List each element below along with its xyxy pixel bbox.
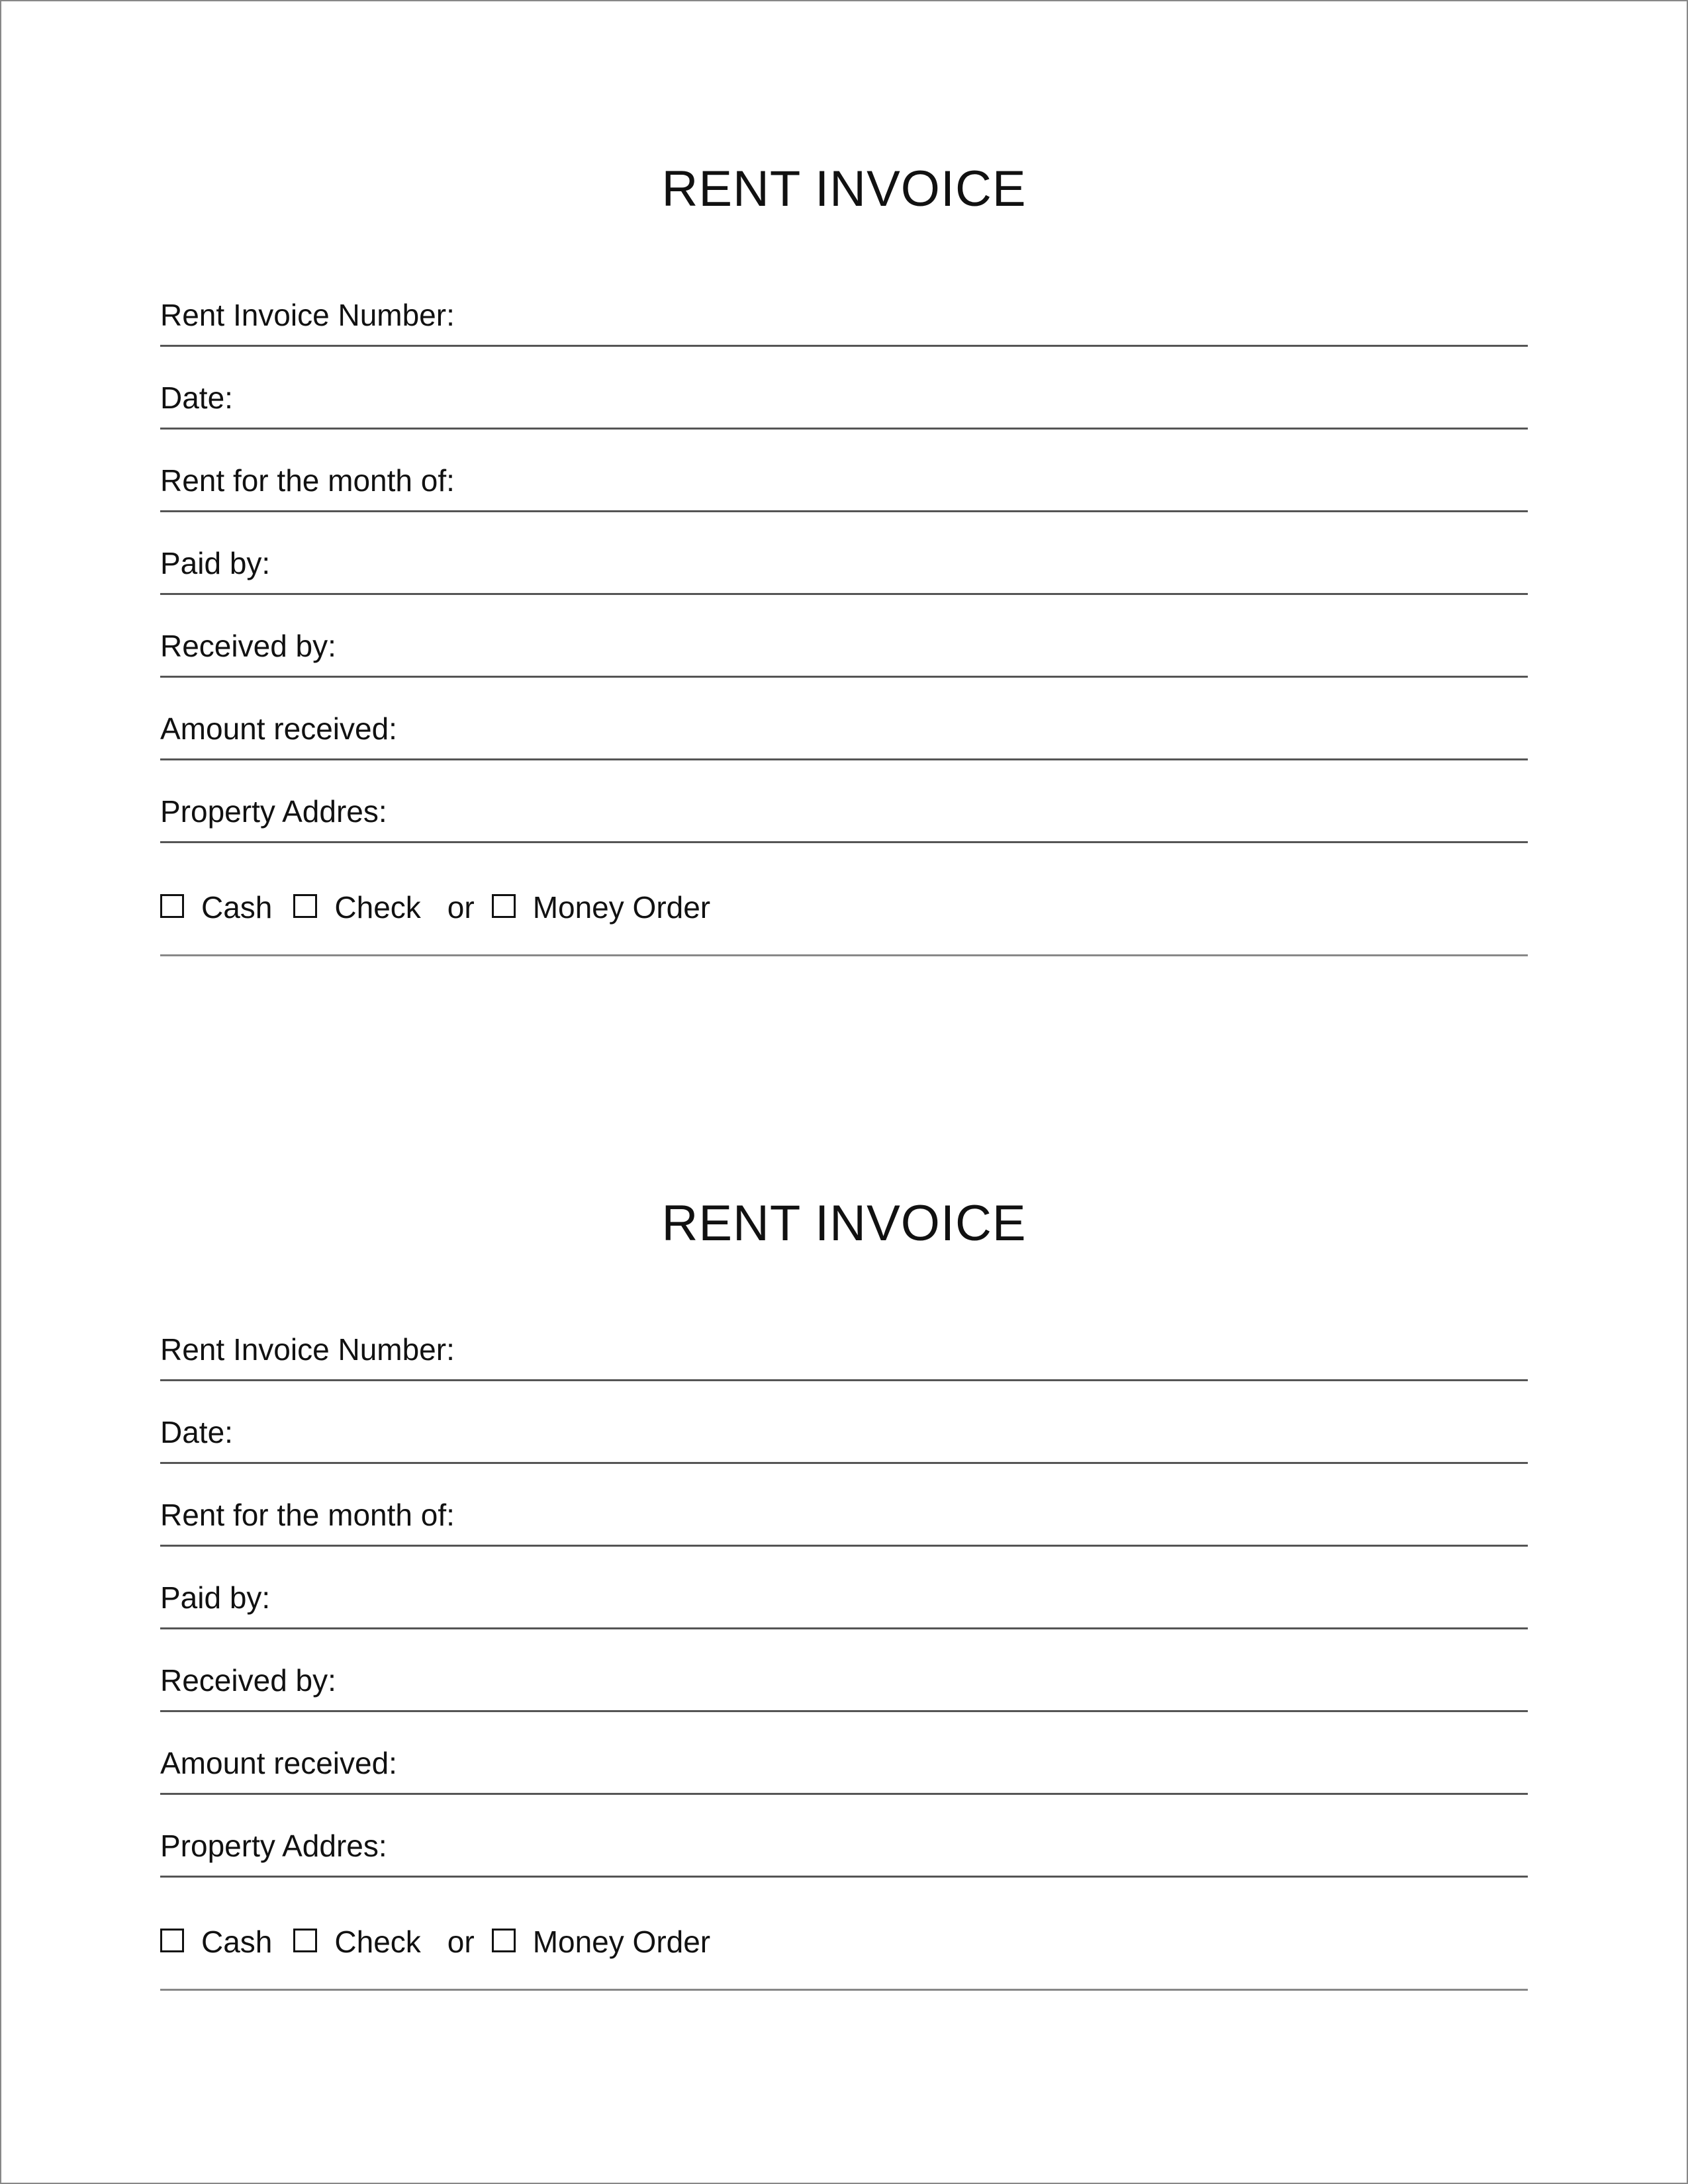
- label-check: Check: [334, 1924, 420, 1960]
- field-property-address[interactable]: Property Addres:: [160, 794, 1528, 843]
- field-rent-month[interactable]: Rent for the month of:: [160, 463, 1528, 512]
- field-received-by[interactable]: Received by:: [160, 628, 1528, 678]
- invoice-title: RENT INVOICE: [160, 160, 1528, 218]
- checkbox-check[interactable]: [293, 1929, 317, 1952]
- field-property-address[interactable]: Property Addres:: [160, 1828, 1528, 1878]
- checkbox-cash[interactable]: [160, 1929, 184, 1952]
- field-amount-received[interactable]: Amount received:: [160, 711, 1528, 760]
- label-money-order: Money Order: [533, 1924, 710, 1960]
- checkbox-check[interactable]: [293, 894, 317, 918]
- rent-invoice-block-1: RENT INVOICE Rent Invoice Number: Date: …: [160, 160, 1528, 956]
- label-or: or: [447, 889, 475, 925]
- invoice-title: RENT INVOICE: [160, 1195, 1528, 1252]
- field-paid-by[interactable]: Paid by:: [160, 1580, 1528, 1629]
- label-money-order: Money Order: [533, 889, 710, 925]
- field-received-by[interactable]: Received by:: [160, 1662, 1528, 1712]
- rent-invoice-block-2: RENT INVOICE Rent Invoice Number: Date: …: [160, 1195, 1528, 1991]
- payment-method-row: Cash Check or Money Order: [160, 889, 1528, 956]
- field-invoice-number[interactable]: Rent Invoice Number:: [160, 1332, 1528, 1381]
- field-amount-received[interactable]: Amount received:: [160, 1745, 1528, 1795]
- checkbox-money-order[interactable]: [492, 894, 516, 918]
- field-invoice-number[interactable]: Rent Invoice Number:: [160, 297, 1528, 347]
- label-cash: Cash: [201, 1924, 272, 1960]
- field-date[interactable]: Date:: [160, 380, 1528, 430]
- field-rent-month[interactable]: Rent for the month of:: [160, 1497, 1528, 1547]
- field-date[interactable]: Date:: [160, 1414, 1528, 1464]
- label-check: Check: [334, 889, 420, 925]
- label-or: or: [447, 1924, 475, 1960]
- checkbox-cash[interactable]: [160, 894, 184, 918]
- field-paid-by[interactable]: Paid by:: [160, 545, 1528, 595]
- payment-method-row: Cash Check or Money Order: [160, 1924, 1528, 1991]
- checkbox-money-order[interactable]: [492, 1929, 516, 1952]
- label-cash: Cash: [201, 889, 272, 925]
